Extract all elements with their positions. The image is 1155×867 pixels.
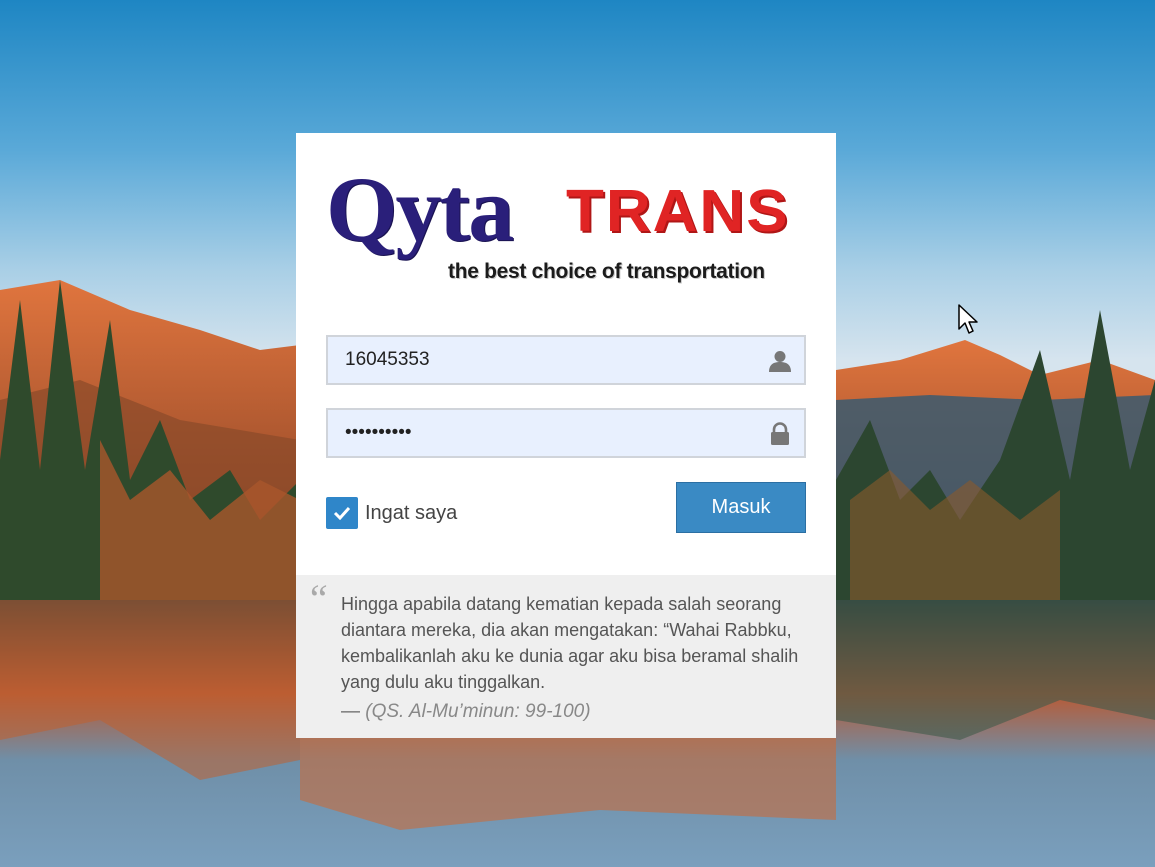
remember-checkbox[interactable] xyxy=(326,497,358,529)
mouse-cursor-icon xyxy=(958,304,980,336)
quote-box: “ Hingga apabila datang kematian kepada … xyxy=(296,575,836,738)
password-field xyxy=(326,408,806,458)
remember-label: Ingat saya xyxy=(365,501,458,524)
logo-brand-primary: Qyta xyxy=(326,158,514,260)
password-input[interactable] xyxy=(328,410,765,456)
logo-brand-secondary: TRANS xyxy=(566,178,790,245)
remember-me[interactable]: Ingat saya xyxy=(326,497,457,529)
login-button[interactable]: Masuk xyxy=(676,482,806,533)
quote-dash: — xyxy=(341,701,360,722)
quote-mark-icon: “ xyxy=(306,576,329,621)
quote-reference: (QS. Al-Mu’minun: 99-100) xyxy=(365,701,591,722)
quote-source: — (QS. Al-Mu’minun: 99-100) xyxy=(341,701,591,723)
user-icon xyxy=(768,349,792,373)
username-field xyxy=(326,335,806,385)
logo-tagline: the best choice of transportation xyxy=(448,260,765,283)
lock-icon xyxy=(768,422,792,446)
quote-text: Hingga apabila datang kematian kepada sa… xyxy=(341,594,799,692)
login-card: Qyta TRANS the best choice of transporta… xyxy=(296,133,836,738)
check-icon xyxy=(333,506,351,520)
username-input[interactable] xyxy=(328,337,765,383)
company-logo: Qyta TRANS the best choice of transporta… xyxy=(326,163,806,293)
